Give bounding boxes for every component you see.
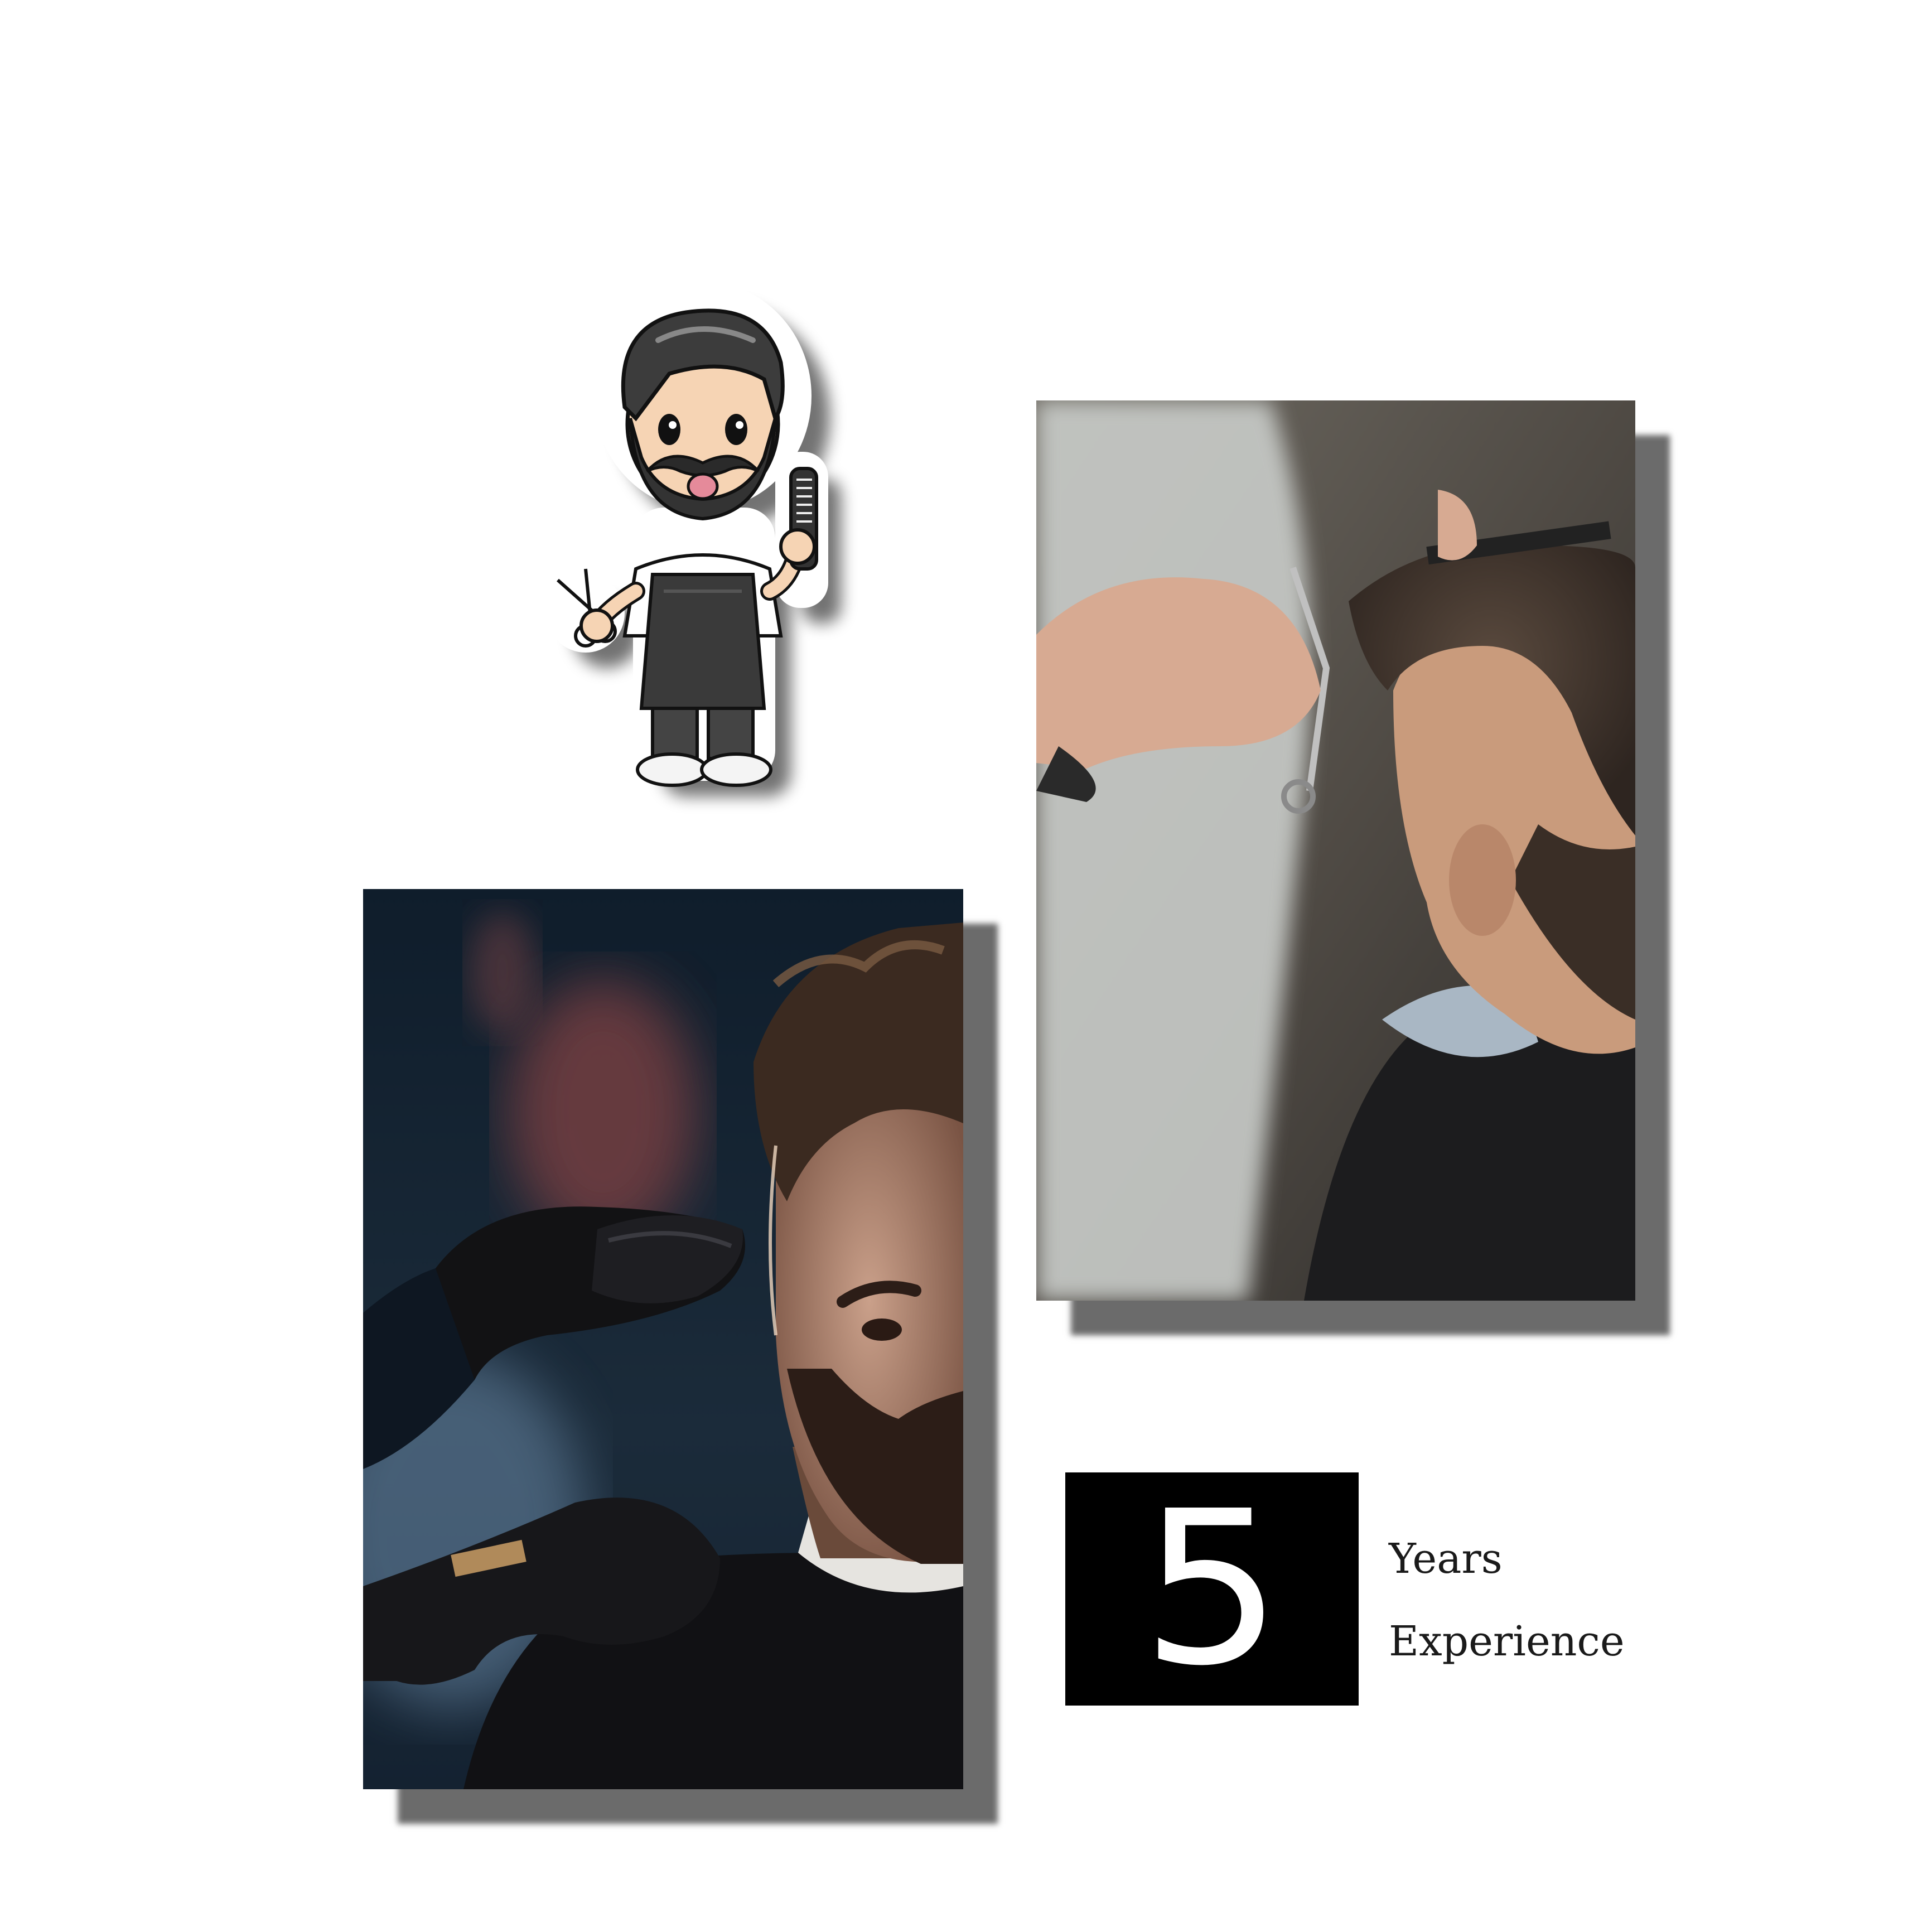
clipper-haircut-photo — [363, 889, 963, 1789]
experience-number-box: 5 — [1065, 1472, 1359, 1706]
experience-label-experience: Experience — [1389, 1617, 1625, 1665]
barber-scissors-haircut-photo — [1036, 400, 1635, 1301]
experience-label-years: Years — [1389, 1535, 1503, 1583]
experience-years-number: 5 — [1141, 1465, 1283, 1712]
barber-mascot-illustration — [502, 279, 904, 837]
